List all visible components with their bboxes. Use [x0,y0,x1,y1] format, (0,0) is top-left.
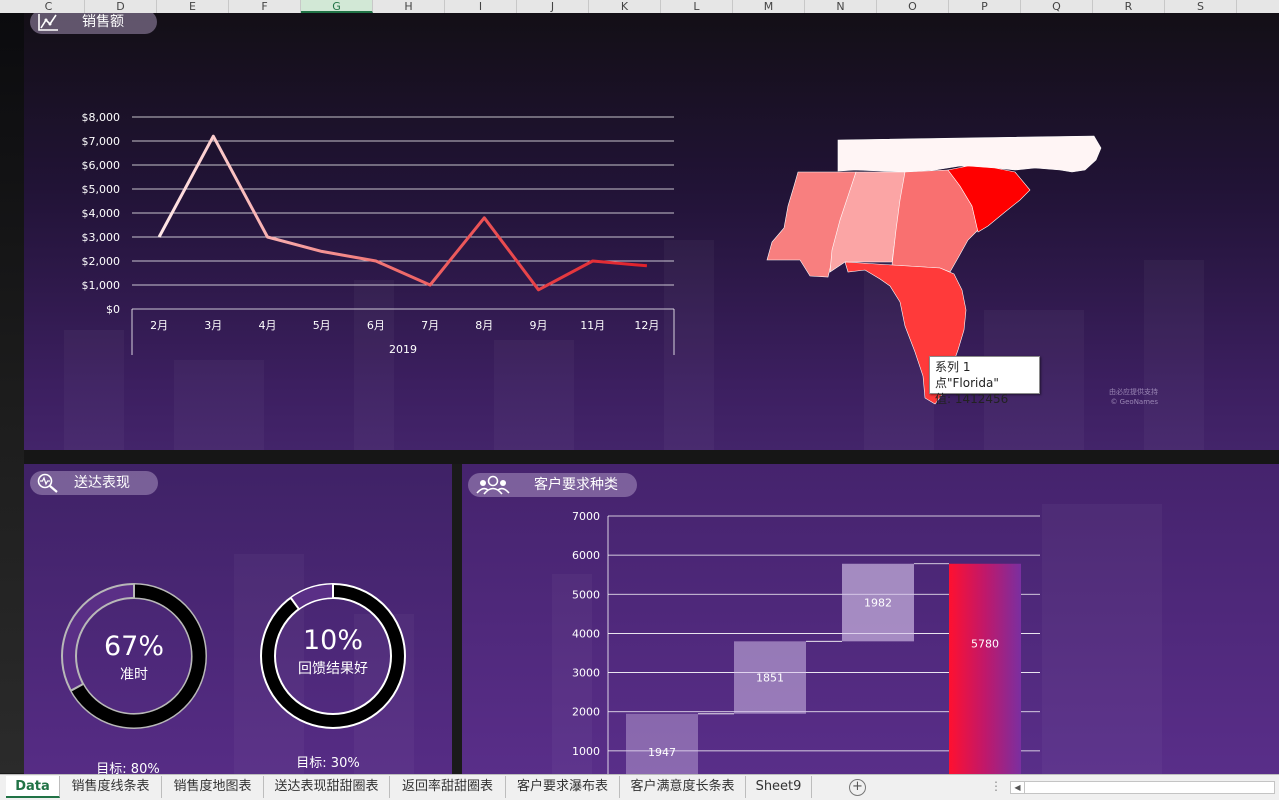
y-tick-label: 1000 [572,745,600,758]
column-header-e[interactable]: E [157,0,229,13]
sales-panel: 销售额 $0 $1,000 $2,000 $3,000 $4,000 $5,000 $6,0… [24,13,1279,450]
add-sheet-button[interactable]: + [849,779,866,796]
sheet-tab[interactable]: Data [6,776,60,798]
column-header-c[interactable]: C [13,0,85,13]
sheet-tab[interactable]: 返回率甜甜圈表 [390,776,506,798]
donut-ontime: 67% 准时 [84,630,184,684]
y-tick-label: 5000 [572,588,600,601]
sales-map [766,135,1102,405]
y-tick-label: 4000 [572,627,600,640]
sheet-tab[interactable]: 销售度地图表 [162,776,264,798]
map-credit: 由必应提供支持 © GeoNames [1109,387,1158,407]
waterfall-data-label: 1982 [864,597,892,610]
column-header-k[interactable]: K [589,0,661,13]
column-header-j[interactable]: J [517,0,589,13]
waterfall-bar [626,713,698,774]
tab-splitter[interactable]: ⋮ [990,779,1002,793]
worksheet-edge [0,13,24,773]
waterfall-data-label: 1947 [648,746,676,759]
scroll-left-icon[interactable]: ◀ [1011,782,1025,793]
waterfall-bar [949,563,1021,774]
column-header-i[interactable]: I [445,0,517,13]
column-header-h[interactable]: H [373,0,445,13]
column-header-p[interactable]: P [949,0,1021,13]
column-header-m[interactable]: M [733,0,805,13]
column-header-bar: CDEFGHIJKLMNOPQRS [0,0,1279,14]
sheet-tab[interactable]: Sheet9 [746,776,812,798]
donut-feedback-value: 10% [302,625,363,656]
column-header-q[interactable]: Q [1021,0,1093,13]
column-header-f[interactable]: F [229,0,301,13]
tooltip-series: 系列 1 点"Florida" [935,360,999,390]
donut-ontime-value: 67% [103,631,164,662]
donut-feedback-caption: 回馈结果好 [298,661,368,677]
sheet-tab[interactable]: 送达表现甜甜圈表 [264,776,390,798]
map-credit-geonames: © GeoNames [1110,398,1158,406]
y-tick-label: 2000 [572,706,600,719]
column-header-o[interactable]: O [877,0,949,13]
sheet-tab-bar: Data 销售度线条表 销售度地图表 送达表现甜甜圈表 返回率甜甜圈表 客户要求瀑布表 客户… [0,774,1279,800]
column-header-g[interactable]: G [301,0,373,13]
column-header-l[interactable]: L [661,0,733,13]
column-header-s[interactable]: S [1165,0,1237,13]
panel-gap [24,450,1279,464]
donut-ontime-caption: 准时 [120,667,148,683]
sheet-tab[interactable]: 客户满意度长条表 [620,776,746,798]
waterfall-data-label: 1851 [756,672,784,685]
delivery-donuts [61,583,406,729]
column-header-n[interactable]: N [805,0,877,13]
sheet-tab[interactable]: 销售度线条表 [60,776,162,798]
column-header-d[interactable]: D [85,0,157,13]
waterfall-data-label: 5780 [971,637,999,650]
tooltip-value: 值: 1412456 [935,392,1009,406]
map-tooltip: 系列 1 点"Florida" 值: 1412456 [929,356,1040,406]
y-tick-label: 6000 [572,549,600,562]
donut-feedback-target: 目标: 30% [296,756,360,771]
horizontal-scrollbar[interactable]: ◀ [1010,781,1275,794]
requests-panel: 客户要求种类 1000 2000 3000 4000 5000 6000 7000 1947 1… [462,464,1279,774]
column-header-r[interactable]: R [1093,0,1165,13]
delivery-panel: 送达表现 67% 准时 10% 回馈结果好 目标: 80% 目标: 30% [24,464,452,774]
y-tick-label: 3000 [572,667,600,680]
donut-ontime-target: 目标: 80% [96,762,160,774]
donut-feedback: 10% 回馈结果好 [283,624,383,678]
map-credit-provider: 由必应提供支持 [1109,388,1158,396]
panel-gap-vertical [452,464,462,774]
sheet-tab[interactable]: 客户要求瀑布表 [506,776,620,798]
requests-waterfall-chart: 1000 2000 3000 4000 5000 6000 7000 1947 1851 1982… [572,510,1040,774]
y-tick-label: 7000 [572,510,600,523]
